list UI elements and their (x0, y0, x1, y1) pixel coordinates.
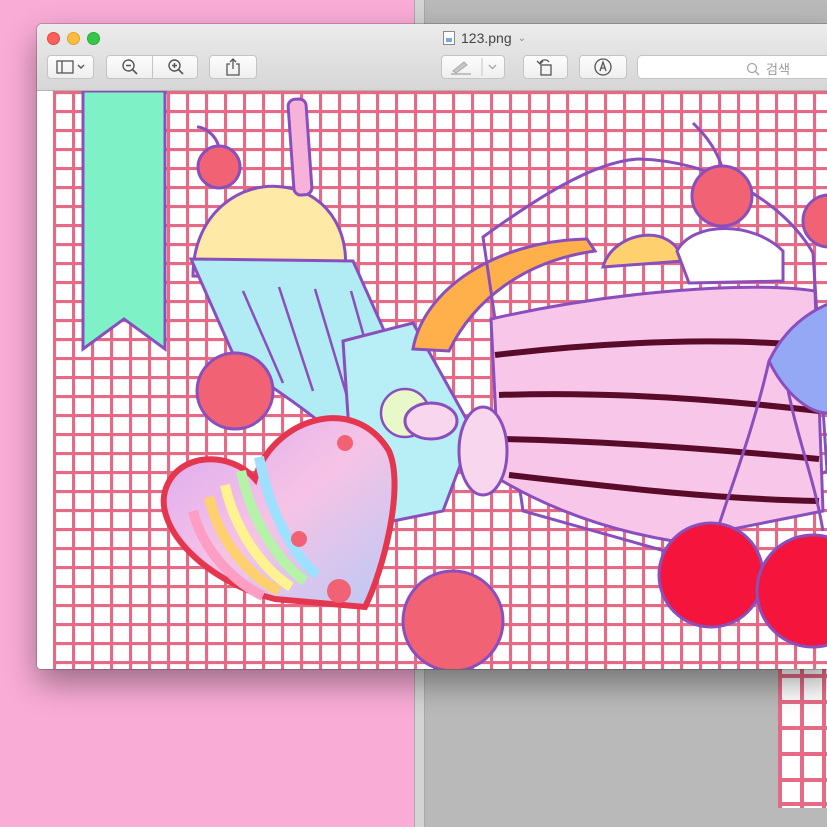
rotate-icon (536, 59, 552, 76)
dessert-illustration (53, 91, 827, 669)
zoom-segmented-control (106, 55, 198, 79)
zoom-out-button[interactable] (107, 56, 152, 78)
background-window-peek (778, 668, 827, 808)
markup-button[interactable] (579, 55, 627, 79)
png-file-icon (443, 31, 455, 45)
search-field[interactable]: 검색 (637, 55, 827, 79)
close-button[interactable] (47, 32, 60, 45)
share-button[interactable] (209, 55, 257, 79)
minimize-button[interactable] (67, 32, 80, 45)
rotate-button[interactable] (523, 55, 568, 79)
markup-icon (594, 58, 612, 76)
zoom-in-button[interactable] (153, 56, 198, 78)
zoom-button[interactable] (87, 32, 100, 45)
preview-window: 123.png ⌄ 검색 (37, 24, 827, 669)
search-icon (746, 62, 760, 75)
highlight-menu-button[interactable] (441, 55, 505, 79)
search-placeholder: 검색 (766, 62, 790, 77)
window-title-label: 123.png (461, 30, 512, 46)
window-title[interactable]: 123.png ⌄ (443, 28, 526, 48)
share-icon (226, 58, 240, 76)
chevron-down-icon: ⌄ (517, 32, 526, 44)
zoom-out-icon (121, 59, 138, 75)
zoom-in-icon (167, 59, 184, 75)
highlighter-icon (451, 58, 497, 76)
image-canvas[interactable] (37, 91, 827, 669)
title-bar[interactable]: 123.png ⌄ 검색 (37, 24, 827, 91)
sidebar-icon (55, 60, 84, 74)
sidebar-menu-button[interactable] (47, 55, 94, 79)
